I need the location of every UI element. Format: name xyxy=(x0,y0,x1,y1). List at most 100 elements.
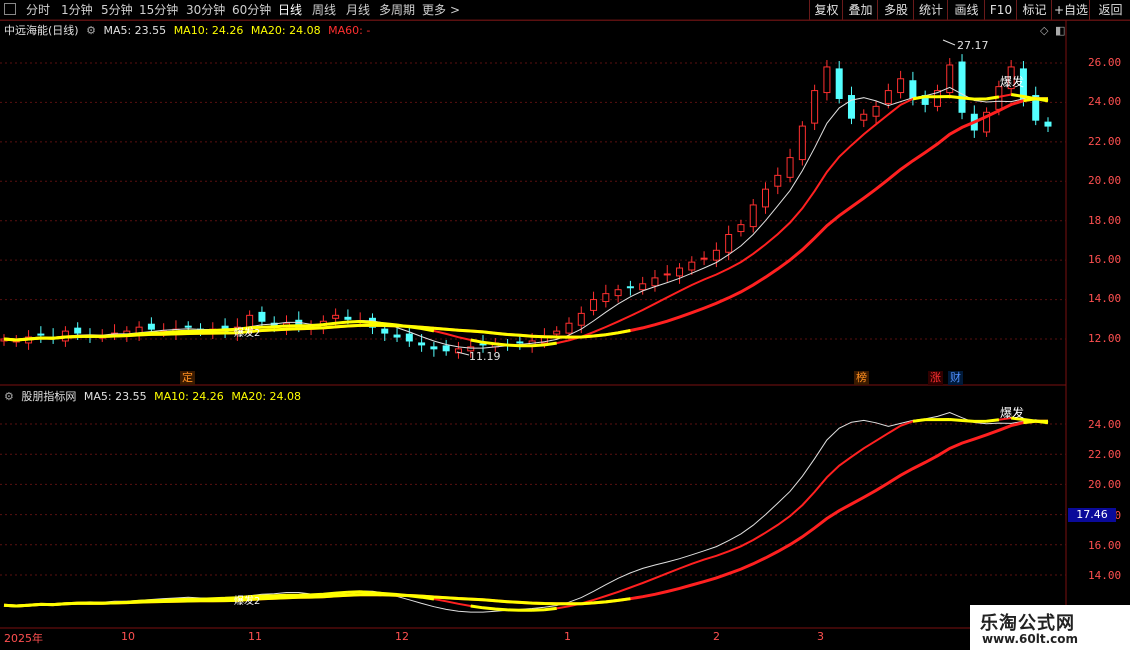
candle-body xyxy=(197,328,205,332)
candle-body xyxy=(209,328,217,334)
timeframe-4[interactable]: 30分钟 xyxy=(186,2,225,18)
signal-burst-main: 爆发 xyxy=(1000,75,1025,89)
ind-ma20-line xyxy=(3,419,1048,608)
main-legend: 中远海能(日线) ⚙ MA5: 23.55 MA10: 24.26 MA20: … xyxy=(4,22,374,38)
candle-body xyxy=(270,322,278,326)
candle-body xyxy=(160,330,168,333)
ind-ma20-label: MA20: 24.08 xyxy=(231,390,302,403)
toolbar-button-4[interactable]: 画线 xyxy=(947,0,985,20)
timeframe-0[interactable]: 分时 xyxy=(26,2,50,18)
timeframe-6[interactable]: 日线 xyxy=(278,2,302,18)
timeframe-5[interactable]: 60分钟 xyxy=(232,2,271,18)
toolbar-button-6[interactable]: 标记 xyxy=(1016,0,1052,20)
candle-body xyxy=(897,78,905,94)
more-chevron-icon[interactable]: > xyxy=(450,2,460,18)
main-price-tick: 24.00 xyxy=(1088,95,1122,109)
candle-body xyxy=(762,188,770,208)
watermark-url: www.60lt.com xyxy=(982,632,1079,646)
candle-body xyxy=(602,293,610,303)
menu-square-icon[interactable] xyxy=(4,3,16,15)
candle-body xyxy=(98,336,106,339)
candle-body xyxy=(663,273,671,276)
candle-body xyxy=(835,68,843,99)
candle-body xyxy=(614,289,622,297)
stock-title[interactable]: 中远海能(日线) xyxy=(4,24,79,37)
candle-body xyxy=(811,90,819,124)
timeframe-1[interactable]: 1分钟 xyxy=(61,2,93,18)
candle-body xyxy=(25,336,33,344)
high-price-annotation: 27.17 xyxy=(957,39,989,52)
toolbar-button-1[interactable]: 叠加 xyxy=(842,0,878,20)
candle-body xyxy=(319,320,327,328)
price-chart xyxy=(0,19,1130,650)
toolbar-button-3[interactable]: 统计 xyxy=(913,0,948,20)
marker-cai[interactable]: 财 xyxy=(948,371,963,385)
candle-body xyxy=(847,95,855,119)
toolbar-button-5[interactable]: F10 xyxy=(984,0,1017,20)
candle-body xyxy=(553,330,561,335)
candle-body xyxy=(172,328,180,334)
candle-body xyxy=(184,325,192,328)
candle-body xyxy=(37,333,45,336)
period-toolbar: 分时 1分钟 5分钟 15分钟 30分钟 60分钟 日线 周线 月线 多周期 更多 > 复权 叠加 多股统… xyxy=(0,0,1130,21)
candle-body xyxy=(442,345,450,352)
indicator-price-tick: 16.00 xyxy=(1088,538,1122,552)
candle-body xyxy=(700,257,708,260)
candle-body xyxy=(258,311,266,322)
ma5-label: MA5: 23.55 xyxy=(103,24,167,37)
toolbar-button-7[interactable]: +自选 xyxy=(1051,0,1090,20)
ma20-label: MA20: 24.08 xyxy=(250,24,321,37)
marker-zhang[interactable]: 涨 xyxy=(928,371,943,385)
candle-body xyxy=(860,113,868,121)
main-price-tick: 26.00 xyxy=(1088,56,1122,69)
indicator-title[interactable]: 股朋指标网 xyxy=(21,390,76,403)
timeframe-9[interactable]: 多周期 xyxy=(379,2,415,18)
date-tick: 2 xyxy=(713,630,720,643)
marker-ding[interactable]: 定 xyxy=(180,371,195,385)
settings-gear-icon[interactable]: ⚙ xyxy=(86,24,96,37)
timeframe-8[interactable]: 月线 xyxy=(346,2,370,18)
indicator-gear-icon[interactable]: ⚙ xyxy=(4,390,14,403)
candle-body xyxy=(651,277,659,287)
ma20-yellow-segment xyxy=(3,97,1048,342)
ma20-line xyxy=(3,97,1048,342)
main-price-tick: 16.00 xyxy=(1088,253,1122,266)
candle-body xyxy=(712,249,720,261)
candle-body xyxy=(393,334,401,338)
candle-body xyxy=(74,327,82,334)
candle-body xyxy=(430,346,438,350)
candle-body xyxy=(774,174,782,187)
timeframe-2[interactable]: 5分钟 xyxy=(101,2,133,18)
main-price-tick: 12.00 xyxy=(1088,331,1122,345)
timeframe-3[interactable]: 15分钟 xyxy=(139,2,178,18)
candle-body xyxy=(946,64,954,94)
candle-body xyxy=(221,325,229,332)
candle-body xyxy=(725,234,733,253)
ma10-label: MA10: 24.26 xyxy=(173,24,244,37)
candle-body xyxy=(86,334,94,337)
candle-body xyxy=(1032,95,1040,121)
toolbar-button-0[interactable]: 复权 xyxy=(809,0,843,20)
candle-body xyxy=(332,314,340,319)
toolbar-button-2[interactable]: 多股 xyxy=(877,0,914,20)
ma10-line xyxy=(3,93,1049,347)
expand-icon[interactable]: ◧ xyxy=(1055,24,1065,37)
ind-ma5-label: MA5: 23.55 xyxy=(83,390,147,403)
candle-body xyxy=(786,157,794,178)
main-price-tick: 18.00 xyxy=(1088,213,1122,227)
timeframe-10[interactable]: 更多 xyxy=(422,2,446,18)
candle-body xyxy=(454,348,462,354)
diamond-icon[interactable]: ◇ xyxy=(1040,24,1048,37)
main-price-tick: 14.00 xyxy=(1088,292,1122,306)
candle-body xyxy=(516,341,524,344)
marker-bang[interactable]: 榜 xyxy=(854,371,869,385)
ma60-label: MA60: - xyxy=(328,24,371,37)
date-tick: 1 xyxy=(564,630,571,643)
indicator-price-tick: 22.00 xyxy=(1088,448,1122,462)
candle-body xyxy=(577,312,585,326)
candle-body xyxy=(884,90,892,104)
timeframe-7[interactable]: 周线 xyxy=(312,2,336,18)
candle-body xyxy=(540,336,548,344)
toolbar-button-8[interactable]: 返回 xyxy=(1089,0,1130,20)
candle-body xyxy=(479,343,487,346)
